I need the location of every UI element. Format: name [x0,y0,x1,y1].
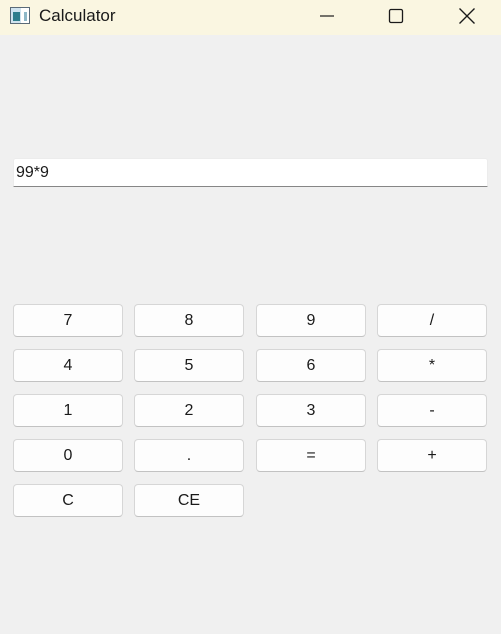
window-title: Calculator [39,6,116,25]
key-0-button[interactable]: 0 [13,439,123,472]
key-5-button[interactable]: 5 [134,349,244,382]
maximize-icon [388,8,404,24]
calculator-window: Calculator 7 8 9 / 4 5 6 * 1 2 3 - 0 . [0,0,501,634]
key-7-button[interactable]: 7 [13,304,123,337]
subtract-button[interactable]: - [377,394,487,427]
multiply-button[interactable]: * [377,349,487,382]
title-bar[interactable]: Calculator [0,0,501,35]
clear-entry-button[interactable]: CE [134,484,244,517]
minimize-icon [320,15,334,17]
key-3-button[interactable]: 3 [256,394,366,427]
decimal-point-button[interactable]: . [134,439,244,472]
key-2-button[interactable]: 2 [134,394,244,427]
divide-button[interactable]: / [377,304,487,337]
key-9-button[interactable]: 9 [256,304,366,337]
equals-button[interactable]: = [256,439,366,472]
expression-display[interactable] [13,158,488,187]
key-6-button[interactable]: 6 [256,349,366,382]
close-button[interactable] [444,0,490,32]
key-4-button[interactable]: 4 [13,349,123,382]
calculator-app-icon [10,7,30,24]
key-1-button[interactable]: 1 [13,394,123,427]
clear-button[interactable]: C [13,484,123,517]
minimize-button[interactable] [304,0,350,32]
close-icon [459,8,475,24]
maximize-button[interactable] [373,0,419,32]
add-button[interactable]: + [377,439,487,472]
key-8-button[interactable]: 8 [134,304,244,337]
